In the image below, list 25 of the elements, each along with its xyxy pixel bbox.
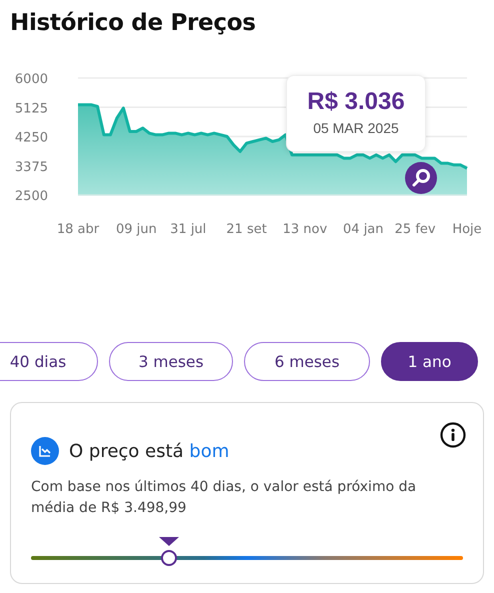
x-axis-label: 09 jun	[116, 222, 157, 237]
y-axis-label: 5125	[14, 101, 48, 116]
y-axis-label: 4250	[14, 130, 48, 146]
x-axis-label: 04 jan	[343, 222, 384, 237]
x-axis-label: 18 abr	[56, 222, 100, 237]
period-tab[interactable]: 40 dias	[0, 342, 98, 381]
period-tab[interactable]: 6 meses	[244, 342, 370, 381]
trend-down-icon	[31, 437, 59, 465]
x-axis-label: 25 fev	[394, 222, 436, 237]
y-axis-label: 2500	[14, 189, 48, 204]
tooltip-date: 05 MAR 2025	[312, 119, 400, 138]
y-axis-label: 6000	[14, 72, 48, 87]
magnifier-icon[interactable]	[405, 162, 437, 194]
price-status-text: O preço está bom	[69, 440, 230, 462]
period-tab[interactable]: 1 ano	[381, 342, 478, 381]
x-axis-label: 31 jul	[170, 222, 206, 237]
y-axis-label: 3375	[14, 160, 48, 175]
x-axis-label: Hoje	[452, 222, 482, 237]
x-axis-label: 13 nov	[282, 222, 328, 237]
period-tab[interactable]: 3 meses	[109, 342, 233, 381]
x-axis-label: 21 set	[226, 222, 267, 237]
page-title: Histórico de Preços	[9, 9, 257, 38]
price-description: Com base nos últimos 40 dias, o valor está próximo da média de R$ 3.498,99	[31, 478, 418, 518]
info-icon[interactable]	[440, 422, 466, 448]
tooltip-price: R$ 3.036	[306, 88, 406, 116]
